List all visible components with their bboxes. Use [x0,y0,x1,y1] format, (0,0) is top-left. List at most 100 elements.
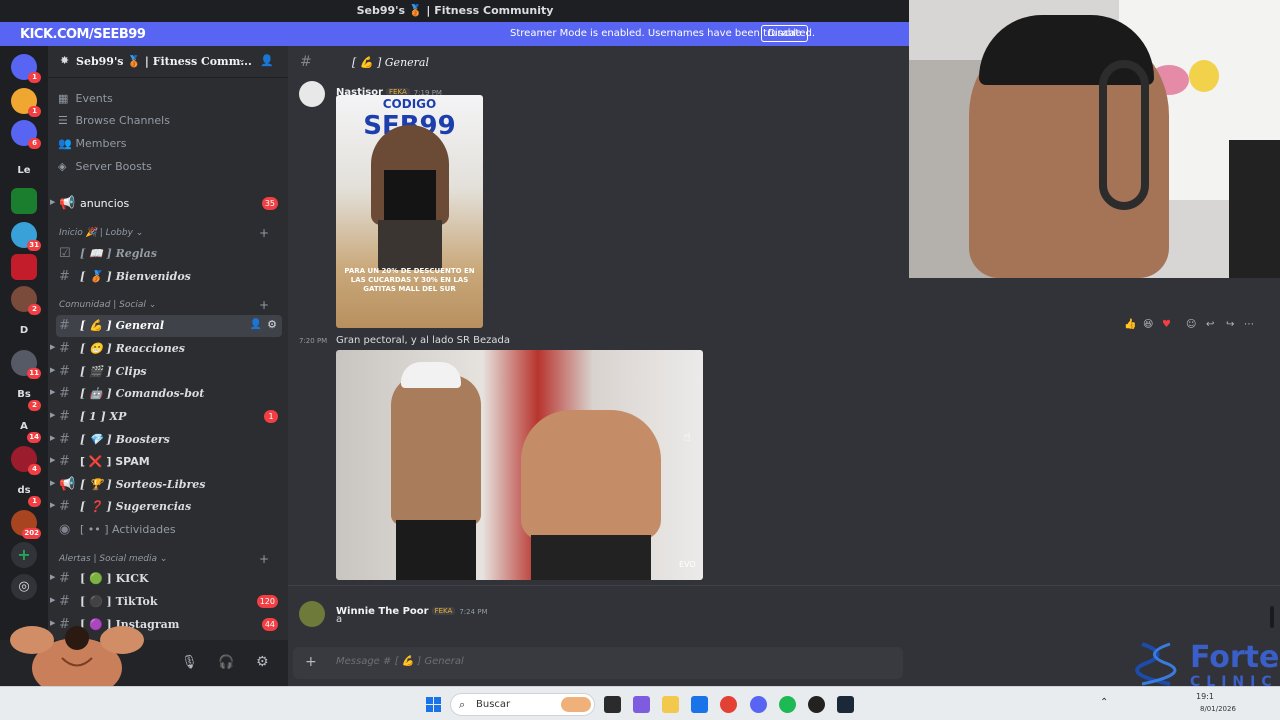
add-channel-icon[interactable]: + [259,298,269,312]
chevron-right-icon: ▶ [50,411,56,419]
channel-kick[interactable]: ▶ # [ 🟢 ] KICK [50,568,282,590]
message-input-placeholder: Message # [ 💪 ] General [336,656,464,667]
channel-comandos-bot[interactable]: ▶ # [ 🤖 ] Comandos-bot [50,383,282,405]
chevron-right-icon: ▶ [50,501,56,509]
nav-members[interactable]: 👥 Members [58,137,126,150]
invite-icon[interactable]: 👤 [250,319,262,330]
obs-icon[interactable] [808,696,825,713]
muscle-mascot-avatar[interactable] [2,618,152,694]
server-icon[interactable]: Bs 2 [11,382,41,411]
message-author[interactable]: Winnie The Poor [336,606,429,617]
server-icon[interactable]: 202 [11,510,41,539]
headphones [1099,60,1149,210]
chevron-right-icon: ▶ [50,366,56,374]
add-reaction-icon[interactable]: ☺ [1186,319,1196,330]
server-icon[interactable]: 4 [11,446,41,475]
avatar[interactable] [299,81,325,107]
server-icon[interactable] [11,188,37,214]
store-icon[interactable] [691,696,708,713]
file-explorer-icon[interactable] [662,696,679,713]
plush-toy [1189,60,1219,92]
channel-anuncios[interactable]: ▶ 📢 anuncios 35 [50,193,282,215]
gym-video[interactable]: EVO [336,350,703,580]
discord-icon[interactable] [750,696,767,713]
explore-servers-icon[interactable]: ◎ [11,574,37,600]
calendar-icon: ▦ [58,92,69,105]
clock-date[interactable]: 8/01/2026 [1200,705,1236,713]
unread-badge: 44 [261,618,278,631]
add-server-icon[interactable]: + [11,542,37,568]
chevron-up-icon[interactable]: ⌃ [1100,697,1108,708]
server-icon[interactable]: 2 [11,286,41,315]
scrollbar[interactable] [1270,606,1274,628]
hashtag-icon: # [59,594,70,609]
message-input[interactable]: + Message # [ 💪 ] General [293,647,903,679]
invite-people-icon[interactable]: 👤 [260,54,274,67]
server-boost-icon: ✸ [60,54,70,67]
headphones-icon[interactable]: 🎧 [218,655,234,670]
channel-sugerencias[interactable]: ▶ # [ ❓ ] Sugerencias [50,496,282,518]
channel-reacciones[interactable]: ▶ # [ 😁 ] Reacciones [50,338,282,360]
chrome-icon[interactable] [720,696,737,713]
nav-events[interactable]: ▦ Events [58,92,113,105]
channel-xp[interactable]: ▶ # [ 1 ] XP 1 [50,406,282,428]
server-icon[interactable]: A 14 [11,414,41,443]
server-icon[interactable]: 1 [11,54,41,83]
gear-icon[interactable]: ⚙ [267,318,277,331]
server-icon[interactable]: ds 1 [11,478,41,507]
add-channel-icon[interactable]: + [259,226,269,240]
channel-boosters[interactable]: ▶ # [ 💎 ] Boosters [50,429,282,451]
add-attachment-icon[interactable]: + [305,654,317,670]
category-social[interactable]: Comunidad | Social ⌄ + [59,298,269,312]
category-lobby[interactable]: Inicio 🎉 | Lobby ⌄ + [59,226,269,240]
channel-bienvenidos[interactable]: # [ 🥉 ] Bienvenidos [56,266,282,288]
more-options-icon[interactable]: ⋯ [1244,319,1254,330]
laugh-reaction-icon[interactable]: 😆 [1143,319,1153,330]
heart-reaction-icon[interactable]: ♥ [1162,319,1171,330]
channel-reglas[interactable]: ☑ [ 📖 ] Reglas [56,243,282,265]
server-icon[interactable] [11,254,37,280]
thumbs-up-reaction-icon[interactable]: 👍 [1124,319,1136,330]
copilot-icon[interactable] [633,696,650,713]
person-right-shorts [531,535,651,580]
taskbar-search[interactable]: ⌕ Buscar [450,693,595,716]
message-hover-toolbar: 👍 😆 ♥ ☺ ↩ ↪ ⋯ [1120,319,1268,335]
avatar[interactable] [299,601,325,627]
reply-icon[interactable]: ↩ [1206,319,1214,330]
channel-spam[interactable]: ▶ # [ ❌ ] SPAM [50,451,282,473]
channel-clips[interactable]: ▶ # [ 🎬 ] Clips [50,361,282,383]
forward-icon[interactable]: ↪ [1226,319,1234,330]
task-view-icon[interactable] [604,696,621,713]
hashtag-icon: # [300,54,312,70]
channel-general[interactable]: # [ 💪 ] General 👤 ⚙ [56,315,282,337]
role-tag: FEKA [431,607,456,615]
category-social-media[interactable]: Alertas | Social media ⌄ + [59,552,269,566]
server-icon[interactable]: Le [11,158,37,184]
clinic-logo-overlay: Fortex CLINIC [1132,640,1280,690]
chevron-down-icon[interactable]: ⌄ [238,55,246,65]
clock-time[interactable]: 19:1 [1196,692,1214,701]
nav-server-boosts[interactable]: ◈ Server Boosts [58,160,152,173]
server-icon[interactable]: 6 [11,120,41,149]
channel-sorteos-libres[interactable]: ▶ 📢 [ 🏆 ] Sorteos-Libres [50,474,282,496]
disable-streamer-mode-button[interactable]: Disable [761,25,809,42]
members-icon: 👥 [58,137,72,150]
spotify-icon[interactable] [779,696,796,713]
server-icon[interactable]: D [11,318,37,344]
channel-actividades[interactable]: ◉ [ •• ] Actividades [56,519,282,541]
person-left-shorts [396,520,476,580]
channel-tiktok[interactable]: ▶ # [ ⚫ ] TikTok 120 [50,591,282,613]
nav-browse-channels[interactable]: ☰ Browse Channels [58,114,170,127]
add-channel-icon[interactable]: + [259,552,269,566]
hashtag-icon: # [59,364,70,379]
promo-image[interactable]: CODIGO SEB99 PARA UN 20% DE DESCUENTO EN… [336,95,483,328]
steam-icon[interactable] [837,696,854,713]
microphone-icon[interactable]: 🎙 [181,655,198,670]
server-icon[interactable]: 31 [11,222,41,251]
server-header[interactable]: ✸ Seb99's 🥉 | Fitness Comm... ⌄ 👤 [48,46,288,78]
server-icon[interactable]: 11 [11,350,41,379]
gear-icon[interactable]: ⚙ [256,654,269,670]
server-icon[interactable]: 1 [11,88,41,117]
server-rail: 1 1 6 Le 31 2 D 11 Bs 2 A 14 4 ds 1 202 + ◎ [0,46,48,686]
windows-start-icon[interactable] [426,697,441,712]
